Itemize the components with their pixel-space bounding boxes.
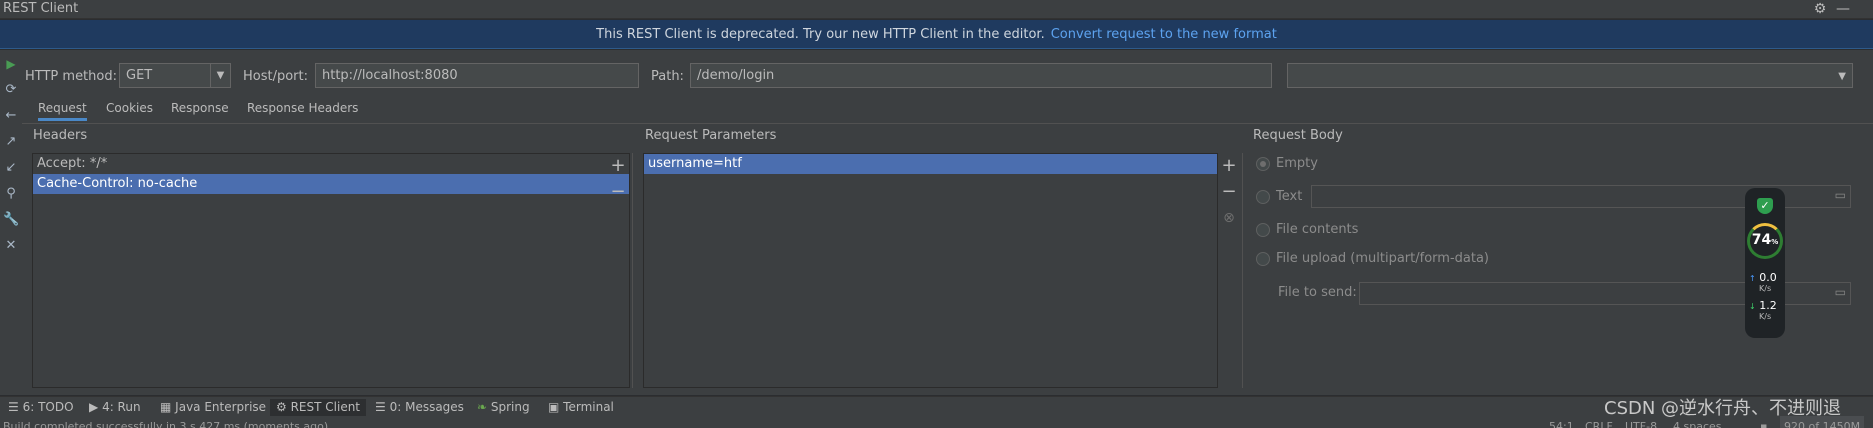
list-item[interactable]: Cache-Control: no-cache [33, 174, 629, 194]
rest-client-icon: ⚙ [276, 400, 287, 414]
tool-tab-spring[interactable]: ❧ Spring [477, 399, 530, 416]
tool-tab-java-enterprise[interactable]: ▦ Java Enterprise [160, 399, 266, 416]
body-empty-label: Empty [1276, 156, 1318, 171]
http-method-select[interactable]: GET ▼ [119, 63, 231, 88]
body-empty-radio[interactable] [1256, 157, 1270, 171]
status-position[interactable]: 54:1 [1549, 416, 1574, 428]
host-port-input[interactable]: http://localhost:8080 [315, 63, 639, 88]
tool-tab-todo[interactable]: ☰ 6: TODO [8, 399, 74, 416]
headers-divider [632, 153, 633, 388]
chevron-down-icon: ▼ [210, 64, 230, 87]
import-icon[interactable]: ↙ [3, 160, 19, 176]
cpu-gauge: 74% [1747, 223, 1783, 259]
file-to-send-label: File to send: [1278, 285, 1357, 300]
terminal-icon: ▣ [548, 400, 560, 414]
list-item[interactable]: username=htf [644, 154, 1217, 174]
body-file-upload-radio[interactable] [1256, 252, 1270, 266]
java-icon: ▦ [160, 400, 172, 414]
params-title: Request Parameters [645, 128, 777, 143]
tab-cookies[interactable]: Cookies [106, 101, 153, 121]
gauge-value: 74% [1751, 232, 1779, 248]
export-icon[interactable]: ↗ [3, 134, 19, 150]
body-file-contents-radio[interactable] [1256, 223, 1270, 237]
http-method-value: GET [126, 68, 153, 83]
minimize-icon[interactable]: — [1835, 1, 1851, 17]
tab-request[interactable]: Request [38, 101, 87, 121]
headers-list[interactable]: Accept: */* Cache-Control: no-cache [32, 153, 630, 388]
tool-tab-rest-client[interactable]: ⚙ REST Client [270, 399, 367, 416]
body-title: Request Body [1253, 128, 1343, 143]
tool-tab-messages[interactable]: ☰ 0: Messages [375, 399, 464, 416]
extra-combo[interactable]: ▼ [1287, 63, 1853, 88]
banner-text: This REST Client is deprecated. Try our … [596, 27, 1045, 42]
download-rate: ↓ 1.2 K/s [1749, 299, 1777, 321]
run-icon[interactable]: ▶ [3, 56, 19, 72]
tool-window-bar: ☰ 6: TODO ▶ 4: Run ▦ Java Enterprise ⚙ R… [0, 396, 1873, 416]
folder-icon[interactable]: ▭ [1835, 284, 1846, 301]
tree-icon[interactable]: ⚲ [3, 186, 19, 202]
window-title: REST Client [3, 1, 79, 16]
gear-icon[interactable]: ⚙ [1812, 1, 1828, 17]
title-bar: REST Client ⚙ — [0, 0, 1873, 19]
tab-response[interactable]: Response [171, 101, 229, 121]
watermark-text: CSDN @逆水行舟、不进则退 [1604, 398, 1842, 419]
tab-divider [22, 123, 1873, 124]
messages-icon: ☰ [375, 400, 386, 414]
network-monitor-widget: ✓ 74% ↑ 0.0 K/s ↓ 1.2 K/s [1745, 188, 1785, 338]
shield-icon: ✓ [1757, 198, 1773, 214]
remove-header-button[interactable]: − [609, 183, 627, 201]
arrow-up-icon: ↑ [1749, 274, 1756, 283]
status-message: Build completed successfully in 3 s 427 … [3, 420, 329, 428]
chevron-down-icon: ▼ [1838, 71, 1846, 82]
status-bar: Build completed successfully in 3 s 427 … [0, 416, 1873, 428]
convert-request-link[interactable]: Convert request to the new format [1051, 27, 1277, 42]
list-icon: ☰ [8, 400, 19, 414]
path-label: Path: [651, 69, 684, 84]
body-file-upload-label: File upload (multipart/form-data) [1276, 251, 1489, 266]
remove-param-button[interactable]: − [1220, 183, 1238, 201]
body-file-contents-label: File contents [1276, 222, 1359, 237]
deprecation-banner: This REST Client is deprecated. Try our … [0, 20, 1873, 49]
clear-params-icon[interactable]: ⊗ [1220, 209, 1238, 227]
upload-rate: ↑ 0.0 K/s [1749, 271, 1777, 293]
params-list[interactable]: username=htf [643, 153, 1218, 388]
add-param-button[interactable]: + [1220, 157, 1238, 175]
list-item[interactable]: Accept: */* [33, 154, 629, 174]
http-method-label: HTTP method: [25, 69, 117, 84]
left-toolbar: ▶ ⟳ ← ↗ ↙ ⚲ 🔧 ✕ [0, 50, 22, 395]
back-icon[interactable]: ← [3, 108, 19, 124]
wrench-icon[interactable]: 🔧 [3, 212, 19, 228]
folder-icon[interactable]: ▭ [1835, 187, 1846, 204]
headers-title: Headers [33, 128, 88, 143]
tool-tab-terminal[interactable]: ▣ Terminal [548, 399, 614, 416]
spring-icon: ❧ [477, 400, 488, 414]
body-text-radio[interactable] [1256, 190, 1270, 204]
body-text-label: Text [1276, 189, 1303, 204]
tool-tab-run[interactable]: ▶ 4: Run [89, 399, 141, 416]
host-port-label: Host/port: [243, 69, 309, 84]
tab-response-headers[interactable]: Response Headers [247, 101, 358, 121]
close-icon[interactable]: ✕ [3, 238, 19, 254]
params-divider [1242, 153, 1243, 388]
arrow-down-icon: ↓ [1749, 302, 1756, 311]
add-header-button[interactable]: + [609, 157, 627, 175]
run-icon: ▶ [89, 400, 99, 414]
refresh-icon[interactable]: ⟳ [3, 82, 19, 98]
path-input[interactable]: /demo/login [690, 63, 1272, 88]
